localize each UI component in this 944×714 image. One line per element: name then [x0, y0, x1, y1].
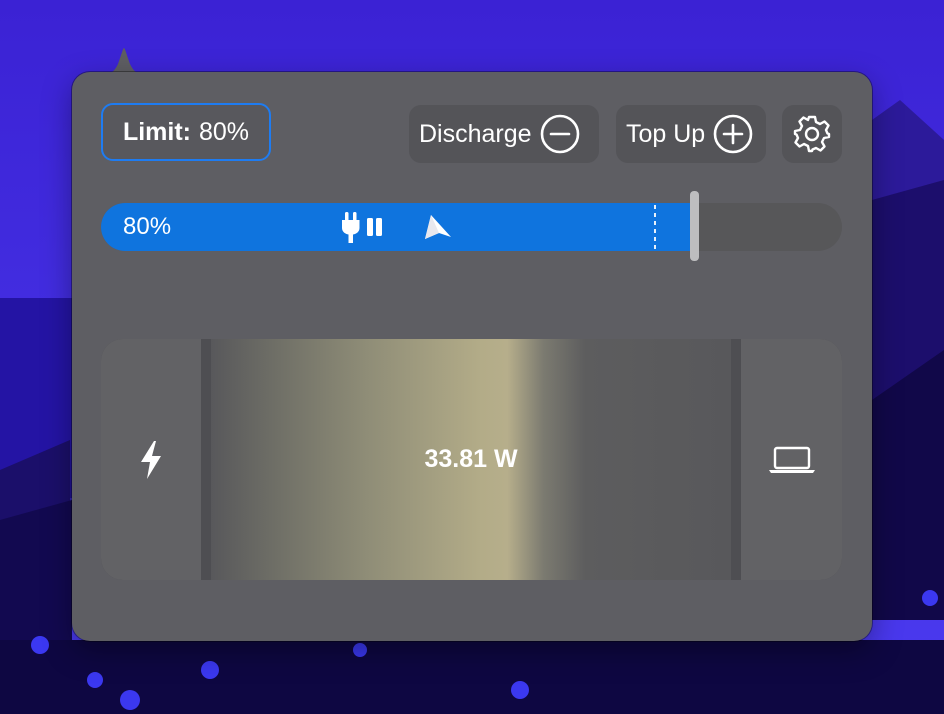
charge-level-label: 80% — [123, 213, 172, 240]
topup-label: Top Up — [626, 119, 706, 148]
discharge-button[interactable]: Discharge — [409, 105, 599, 163]
charge-bar-fill — [101, 203, 694, 251]
battery-popover: Limit: 80% Discharge Top Up 80% 33.81 W — [72, 72, 872, 641]
limit-handle[interactable] — [690, 191, 699, 261]
power-flow: 33.81 W — [211, 339, 731, 580]
discharge-label: Discharge — [419, 119, 532, 148]
plus-circle-icon — [713, 114, 753, 154]
pause-icon — [367, 218, 382, 236]
limit-value: 80% — [199, 117, 250, 146]
location-arrow-icon — [425, 215, 451, 239]
power-flow-panel: 33.81 W — [101, 339, 842, 580]
limit-marker — [654, 205, 656, 249]
power-device — [741, 339, 842, 580]
settings-button[interactable] — [782, 105, 842, 163]
charge-bar[interactable]: 80% — [101, 191, 842, 261]
bolt-icon — [141, 440, 161, 479]
limit-button[interactable]: Limit: 80% — [101, 103, 271, 161]
minus-circle-icon — [540, 114, 579, 154]
gear-icon — [793, 115, 831, 153]
limit-label: Limit: — [122, 117, 191, 146]
topup-button[interactable]: Top Up — [616, 105, 766, 163]
power-source — [101, 339, 201, 580]
plug-icon — [342, 212, 382, 243]
laptop-icon — [768, 446, 815, 473]
power-watts: 33.81 W — [424, 445, 518, 473]
